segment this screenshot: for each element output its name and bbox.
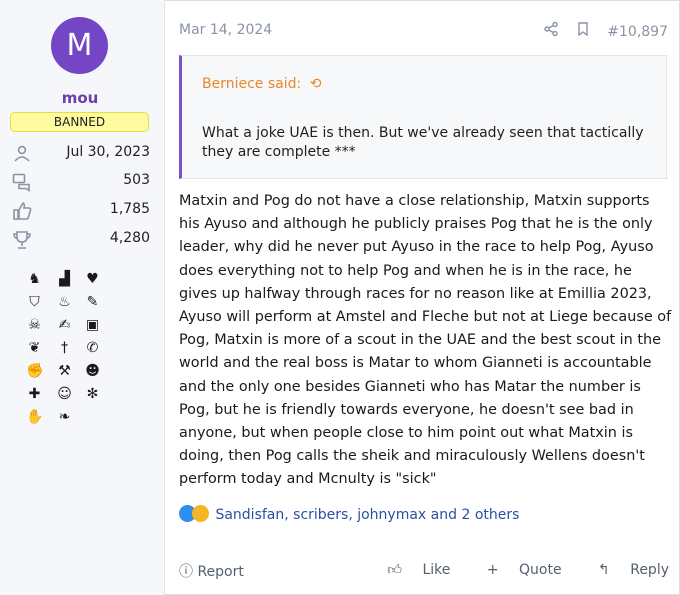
quote-button[interactable]: + Quote bbox=[471, 562, 566, 578]
joined-stat: Jul 30, 2023 bbox=[12, 144, 150, 166]
reactions-stat: 1,785 bbox=[12, 201, 150, 223]
love-reaction-icon bbox=[192, 505, 209, 522]
thumbs-up-icon: 👍︎ bbox=[387, 562, 402, 578]
reply-label: Reply bbox=[630, 562, 669, 578]
joined-value: Jul 30, 2023 bbox=[66, 144, 150, 160]
spider-icon[interactable]: ✻ bbox=[84, 386, 101, 403]
user-sidebar: M mou BANNED Jul 30, 2023 503 1,785 4,28… bbox=[0, 0, 165, 595]
thumbs-icon[interactable]: ✋ bbox=[26, 409, 43, 426]
medical-icon[interactable]: ✚ bbox=[26, 386, 43, 403]
hand-sprout-icon[interactable]: ❧ bbox=[56, 409, 73, 426]
go-to-quote-icon[interactable]: ⟲ bbox=[310, 76, 322, 92]
writing-icon[interactable]: ✍ bbox=[56, 317, 73, 334]
like-button[interactable]: 👍︎ Like bbox=[371, 562, 454, 578]
message-body: Matxin and Pog do not have a close relat… bbox=[179, 193, 672, 488]
bookmark-icon[interactable] bbox=[577, 22, 589, 40]
cyclist-icon[interactable]: ♞ bbox=[26, 271, 43, 288]
quote-label: Quote bbox=[519, 562, 562, 578]
post-main: Mar 14, 2024 #10,897 Berniece said: ⟲ Wh… bbox=[165, 0, 680, 595]
shield-icon[interactable]: ⛉ bbox=[26, 294, 43, 311]
post-header-actions: #10,897 bbox=[530, 21, 668, 40]
points-value: 4,280 bbox=[109, 230, 150, 246]
fist-icon[interactable]: ✊ bbox=[26, 363, 43, 380]
user-icon bbox=[14, 145, 30, 162]
quote-text: What a joke UAE is then. But we've alrea… bbox=[202, 125, 644, 160]
avatar[interactable]: M bbox=[51, 17, 108, 74]
quote-author[interactable]: Berniece said: bbox=[202, 76, 301, 92]
pirate-icon[interactable]: ☠ bbox=[26, 317, 43, 334]
heart-hands-icon[interactable]: ♥ bbox=[84, 271, 101, 288]
trophy-icon bbox=[13, 231, 31, 249]
share-icon[interactable] bbox=[544, 21, 559, 40]
points-stat: 4,280 bbox=[12, 230, 150, 252]
reactions-users-link[interactable]: Sandisfan, scribers, johnymax and 2 othe… bbox=[215, 507, 519, 523]
thumbs-up-icon bbox=[13, 201, 32, 220]
post-footer: ⓘ Report 👍︎ Like + Quote ↰ Reply bbox=[179, 561, 669, 581]
report-label: Report bbox=[197, 564, 244, 580]
footer-actions: 👍︎ Like + Quote ↰ Reply bbox=[355, 561, 669, 578]
report-button[interactable]: ⓘ Report bbox=[179, 564, 244, 580]
username-link[interactable]: mou bbox=[0, 89, 160, 107]
portrait-icon[interactable]: ▣ bbox=[84, 317, 101, 334]
podium-icon[interactable]: ▟ bbox=[56, 271, 73, 288]
genie-lamp-icon[interactable]: ♨ bbox=[56, 294, 73, 311]
dagger-icon[interactable]: † bbox=[56, 340, 73, 357]
magic-wand-icon[interactable]: ✎ bbox=[84, 294, 101, 311]
reactions-bar[interactable]: Sandisfan, scribers, johnymax and 2 othe… bbox=[179, 505, 519, 523]
like-label: Like bbox=[422, 562, 451, 578]
user-banner: BANNED bbox=[10, 112, 149, 132]
megaphone-icon[interactable]: ✆ bbox=[84, 340, 101, 357]
messages-stat: 503 bbox=[12, 172, 150, 194]
post-number-link[interactable]: #10,897 bbox=[607, 24, 668, 40]
wings-icon[interactable]: ❦ bbox=[26, 340, 43, 357]
reply-button[interactable]: ↰ Reply bbox=[582, 562, 669, 578]
post-date-link[interactable]: Mar 14, 2024 bbox=[179, 22, 272, 38]
messages-value: 503 bbox=[123, 172, 150, 188]
reply-icon: ↰ bbox=[598, 562, 610, 578]
smiley-icon[interactable]: ☺ bbox=[56, 386, 73, 403]
reactions-value: 1,785 bbox=[109, 201, 150, 217]
chat-bubbles-icon bbox=[12, 173, 30, 192]
report-icon: ⓘ bbox=[179, 564, 193, 580]
quote-block: Berniece said: ⟲ What a joke UAE is then… bbox=[179, 55, 667, 179]
pickaxe-icon[interactable]: ⚒ bbox=[56, 363, 73, 380]
grin-icon[interactable]: ☻ bbox=[84, 363, 101, 380]
plus-icon: + bbox=[486, 562, 499, 578]
quote-author-link[interactable]: Berniece said: ⟲ bbox=[202, 76, 321, 92]
